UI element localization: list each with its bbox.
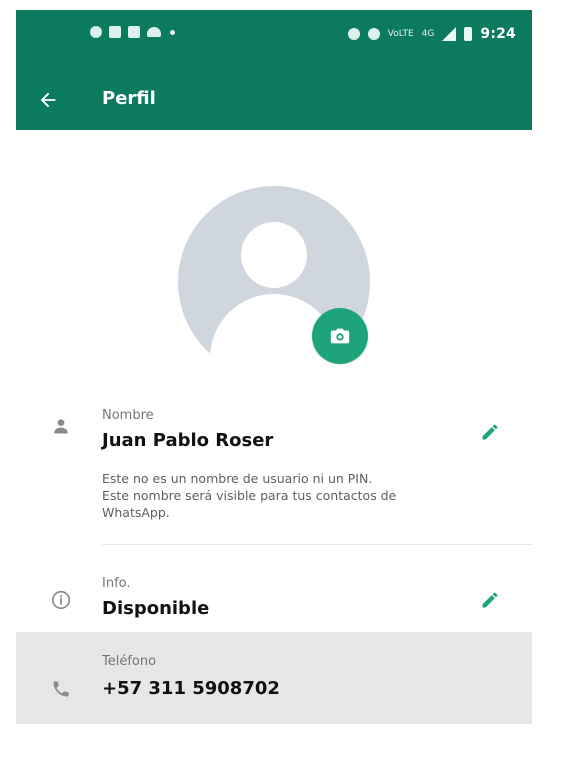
status-bar: VoLTE 4G 9:24: [16, 10, 532, 58]
eye-icon: [367, 28, 380, 40]
camera-icon: [330, 328, 350, 344]
info-row[interactable]: Info. Disponible: [16, 558, 532, 636]
name-row[interactable]: Nombre Juan Pablo Roser Este no es un no…: [16, 394, 532, 544]
name-label: Nombre: [102, 408, 154, 423]
volte-indicator: VoLTE: [387, 29, 414, 39]
signal-icon: [442, 27, 457, 41]
status-left-icons: [90, 26, 175, 38]
pencil-icon: [482, 424, 498, 440]
phone-label: Teléfono: [102, 654, 157, 669]
back-button[interactable]: [34, 86, 62, 114]
page-title: Perfil: [102, 88, 156, 109]
info-label: Info.: [102, 576, 131, 591]
phone-value: +57 311 5908702: [102, 678, 280, 699]
edit-info-button[interactable]: [476, 586, 504, 614]
app-icon: [128, 26, 140, 38]
app-bar: Perfil: [16, 70, 532, 130]
status-right-icons: VoLTE 4G 9:24: [347, 26, 516, 42]
divider: [102, 544, 532, 545]
app-icon: [109, 26, 121, 38]
info-value: Disponible: [102, 598, 210, 619]
arrow-left-icon: [40, 92, 56, 108]
battery-icon: [464, 27, 473, 41]
twitter-icon: [147, 27, 161, 37]
info-icon: [48, 587, 74, 613]
network-indicator: 4G: [421, 29, 435, 39]
top-app-bar: VoLTE 4G 9:24 Perfil: [16, 10, 532, 130]
phone-row[interactable]: Teléfono +57 311 5908702: [16, 632, 532, 724]
profile-screen: VoLTE 4G 9:24 Perfil Nombre Juan Pablo R…: [16, 10, 532, 767]
alarm-icon: [347, 28, 360, 40]
more-notifications-dot: [170, 29, 175, 35]
clock: 9:24: [480, 26, 516, 42]
name-value: Juan Pablo Roser: [102, 430, 274, 451]
change-photo-button[interactable]: [312, 308, 368, 364]
name-description: Este no es un nombre de usuario ni un PI…: [102, 471, 397, 520]
person-icon: [48, 413, 74, 439]
phone-icon: [48, 676, 74, 702]
edit-name-button[interactable]: [476, 418, 504, 446]
facebook-icon: [90, 26, 102, 38]
avatar-head-shape: [241, 222, 307, 288]
pencil-icon: [482, 592, 498, 608]
